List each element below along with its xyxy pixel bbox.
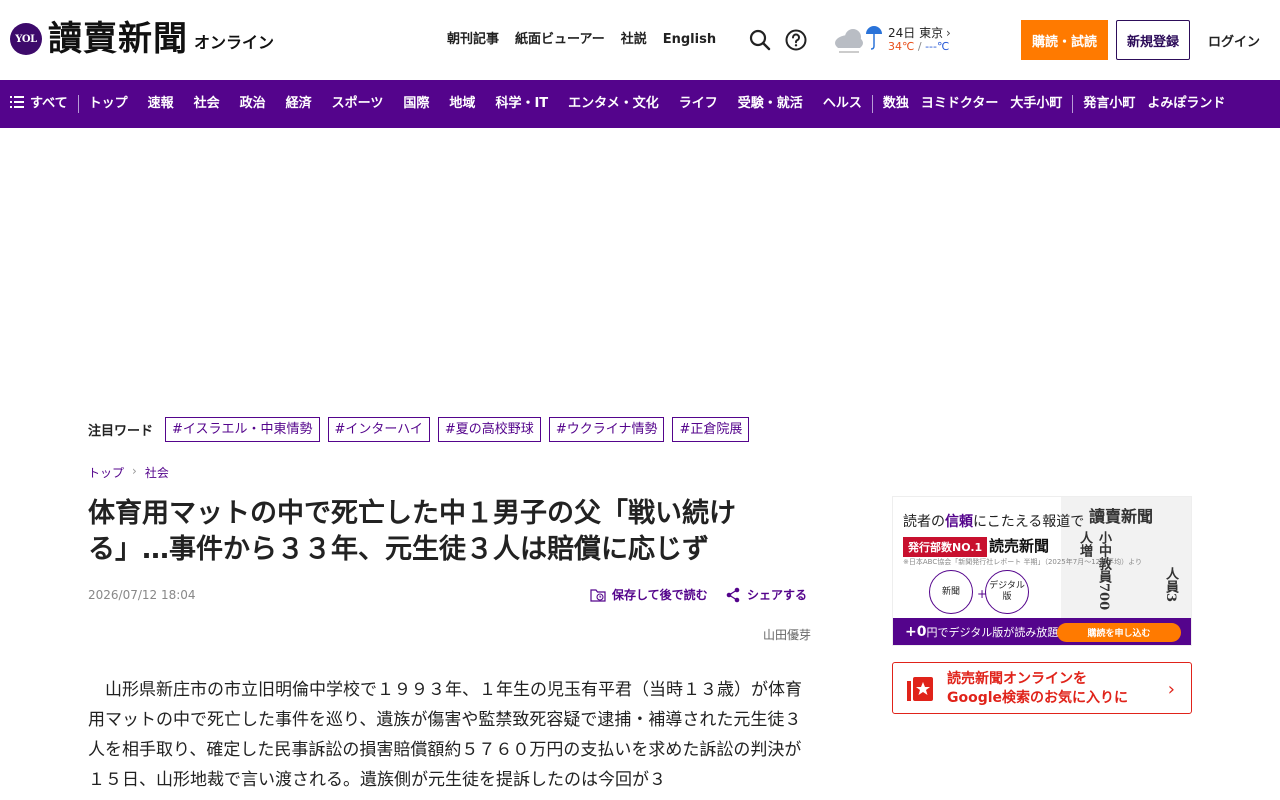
- google-favorite-text: 読売新聞オンラインを Google検索のお気に入りに: [947, 670, 1128, 708]
- promo-headline: 読者の信頼にこたえる報道で: [903, 511, 1084, 531]
- breadcrumb-top[interactable]: トップ: [88, 464, 124, 481]
- category-sports[interactable]: スポーツ: [332, 80, 384, 128]
- logo-name: 讀賣新聞: [48, 19, 188, 59]
- category-all-label: すべて: [30, 96, 68, 111]
- featured-tag[interactable]: #イスラエル・中東情勢: [165, 417, 320, 442]
- help-icon[interactable]: [784, 28, 808, 52]
- promo-paper-name: 読売新聞: [989, 537, 1050, 555]
- google-favorite-line1: 読売新聞オンラインを: [947, 671, 1087, 687]
- promo-bar-text: +0円でデジタル版が読み放題！: [905, 624, 1069, 640]
- temp-high: 34℃: [888, 40, 915, 53]
- circulation-badge: 発行部数NO.1: [903, 537, 988, 557]
- featured-words: 注目ワード #イスラエル・中東情勢 #インターハイ #夏の高校野球 #ウクライナ…: [88, 417, 757, 442]
- save-for-later-button[interactable]: 保存して後で読む: [590, 586, 708, 603]
- newspaper-headline: 小中教員700人増: [1077, 531, 1111, 611]
- category-science-it[interactable]: 科学・IT: [495, 80, 548, 128]
- category-exam-job[interactable]: 受験・就活: [738, 80, 803, 128]
- category-economy[interactable]: 経済: [286, 80, 312, 128]
- article-date: 2026/07/12 18:04: [88, 588, 196, 602]
- weather-temp: 34℃ / ---℃: [888, 40, 949, 53]
- category-divider: [871, 95, 873, 113]
- article-title: 体育用マットの中で死亡した中１男子の父「戦い続ける」…事件から３３年、元生徒３人…: [88, 498, 736, 565]
- category-life[interactable]: ライフ: [679, 80, 718, 128]
- yol-badge: YOL: [10, 23, 42, 55]
- category-otekomachi[interactable]: 大手小町: [1010, 80, 1062, 128]
- logo-sub: オンライン: [194, 33, 275, 52]
- cloud-rain-icon: [835, 26, 882, 53]
- featured-tag[interactable]: #インターハイ: [327, 417, 430, 442]
- category-divider: [77, 95, 79, 113]
- promo-bar: +0円でデジタル版が読み放題！ 購読を申し込む: [893, 618, 1191, 645]
- promo-bar-desc: 円でデジタル版が読み放題！: [926, 626, 1070, 639]
- google-favorite-line2: Google検索のお気に入りに: [947, 690, 1129, 706]
- category-health[interactable]: ヘルス: [823, 80, 862, 128]
- star-bookmark-icon: [907, 677, 933, 701]
- promo-headline-pre: 読者の: [903, 514, 945, 530]
- nav-viewer[interactable]: 紙面ビューアー: [515, 31, 605, 49]
- folder-clock-icon: [590, 588, 606, 602]
- subscribe-button[interactable]: 購読・試読: [1021, 20, 1108, 60]
- breadcrumb-society[interactable]: 社会: [145, 464, 169, 481]
- register-button[interactable]: 新規登録: [1116, 20, 1190, 60]
- weather-date-city: 24日 東京: [888, 26, 944, 40]
- newspaper-headline: 人員3: [1163, 567, 1178, 603]
- promo-footnote: ※日本ABC協会「新聞発行社レポート 半期」（2025年7月〜12月平均）より: [903, 558, 1142, 566]
- featured-tag[interactable]: #ウクライナ情勢: [548, 417, 665, 442]
- article-body: 山形県新庄市の市立旧明倫中学校で１９９３年、１年生の児玉有平君（当時１３歳）が体…: [88, 680, 802, 790]
- site-header: YOL 讀賣新聞 オンライン 朝刊記事 紙面ビューアー 社説 English 2…: [0, 0, 1280, 80]
- share-button[interactable]: シェアする: [725, 586, 807, 603]
- temp-low: ---℃: [925, 40, 950, 53]
- top-nav: 朝刊記事 紙面ビューアー 社説 English: [447, 31, 716, 49]
- featured-label: 注目ワード: [88, 424, 154, 439]
- category-yomidr[interactable]: ヨミドクター: [921, 80, 998, 128]
- chevron-right-icon: ›: [946, 26, 951, 40]
- featured-tag[interactable]: #夏の高校野球: [437, 417, 541, 442]
- category-bar: すべて トップ 速報 社会 政治 経済 スポーツ 国際 地域 科学・IT エンタ…: [0, 80, 1280, 128]
- category-sudoku[interactable]: 数独: [883, 80, 909, 128]
- category-politics[interactable]: 政治: [240, 80, 266, 128]
- chevron-right-icon: ›: [1167, 679, 1175, 700]
- category-local[interactable]: 地域: [449, 80, 475, 128]
- category-society[interactable]: 社会: [194, 80, 220, 128]
- apply-subscription-button[interactable]: 購読を申し込む: [1057, 623, 1181, 642]
- ad-space: [0, 128, 1280, 408]
- category-entertainment[interactable]: エンタメ・文化: [568, 80, 659, 128]
- search-icon[interactable]: [748, 28, 772, 52]
- circle-digital: デジタル版: [985, 570, 1029, 614]
- subscription-promo[interactable]: 讀賣新聞 小中教員700人増 人員3 読者の信頼にこたえる報道で 発行部数NO.…: [892, 496, 1192, 646]
- share-icon: [726, 587, 740, 602]
- nav-editorial[interactable]: 社説: [621, 31, 647, 49]
- category-top[interactable]: トップ: [89, 80, 128, 128]
- login-link[interactable]: ログイン: [1208, 31, 1260, 50]
- category-international[interactable]: 国際: [403, 80, 429, 128]
- menu-icon: [10, 96, 24, 108]
- article-author: 山田優芽: [762, 628, 811, 642]
- category-breaking[interactable]: 速報: [148, 80, 174, 128]
- featured-tag[interactable]: #正倉院展: [672, 417, 750, 442]
- newspaper-masthead: 讀賣新聞: [1089, 507, 1154, 526]
- share-label: シェアする: [747, 588, 808, 602]
- category-divider: [1072, 95, 1074, 113]
- circle-newspaper: 新聞: [929, 570, 973, 614]
- category-yomipo-land[interactable]: よみぽランド: [1147, 80, 1225, 128]
- save-for-later-label: 保存して後で読む: [612, 588, 708, 602]
- promo-headline-em: 信頼: [945, 514, 973, 530]
- google-favorite-banner[interactable]: 読売新聞オンラインを Google検索のお気に入りに ›: [892, 662, 1192, 714]
- nav-english[interactable]: English: [663, 31, 716, 49]
- promo-bar-price: +0: [905, 624, 927, 640]
- category-hatsugen-komachi[interactable]: 発言小町: [1083, 80, 1135, 128]
- nav-morning-edition[interactable]: 朝刊記事: [447, 31, 499, 49]
- chevron-right-icon: ›: [132, 464, 137, 478]
- weather-widget[interactable]: 24日 東京 › 34℃ / ---℃: [833, 22, 958, 58]
- site-logo[interactable]: YOL 讀賣新聞 オンライン: [10, 20, 274, 58]
- category-all[interactable]: すべて: [10, 80, 68, 128]
- temp-separator: /: [914, 40, 926, 53]
- breadcrumb: トップ › 社会: [88, 464, 169, 481]
- promo-headline-post: にこたえる報道で: [973, 514, 1085, 530]
